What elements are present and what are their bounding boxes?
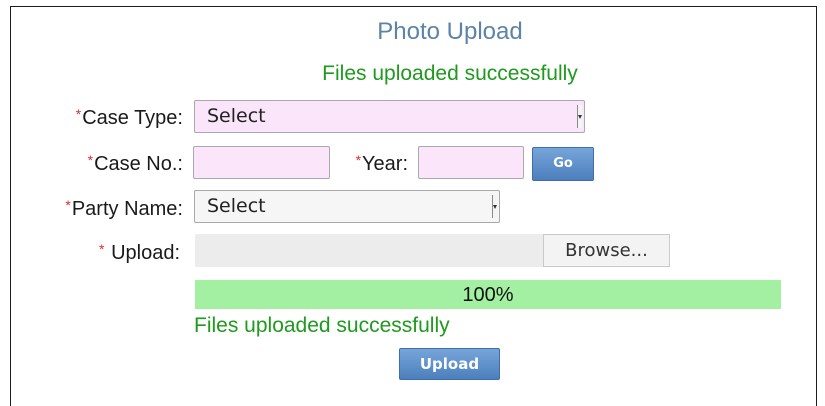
upload-progress-bar: 100% [195,280,781,309]
required-marker: * [355,152,362,168]
upload-success-message: Files uploaded successfully [194,314,450,337]
go-button[interactable]: Go [532,147,594,181]
dropdown-arrow-icon [577,105,582,128]
year-input[interactable] [418,146,524,179]
party-name-label: *Party Name: [65,197,183,220]
required-marker: * [65,197,71,213]
upload-label: * Upload: [99,241,180,264]
progress-percent: 100% [462,284,514,306]
required-marker: * [99,241,105,257]
file-input[interactable]: Browse... [195,234,670,267]
required-marker: * [87,152,94,168]
dropdown-arrow-icon [492,195,497,218]
case-no-input[interactable] [193,146,330,179]
browse-button[interactable]: Browse... [543,234,670,267]
page-title: Photo Upload [377,18,523,45]
case-type-label: *Case Type: [75,106,183,129]
required-marker: * [75,106,82,122]
status-message: Files uploaded successfully [322,62,578,85]
party-name-value: Select [207,195,266,217]
case-no-label: *Case No.: [87,152,183,175]
party-name-select[interactable]: Select [194,190,500,223]
year-label: *Year: [355,152,408,175]
case-type-value: Select [207,105,266,127]
case-type-select[interactable]: Select [194,100,585,133]
upload-button[interactable]: Upload [399,348,500,380]
